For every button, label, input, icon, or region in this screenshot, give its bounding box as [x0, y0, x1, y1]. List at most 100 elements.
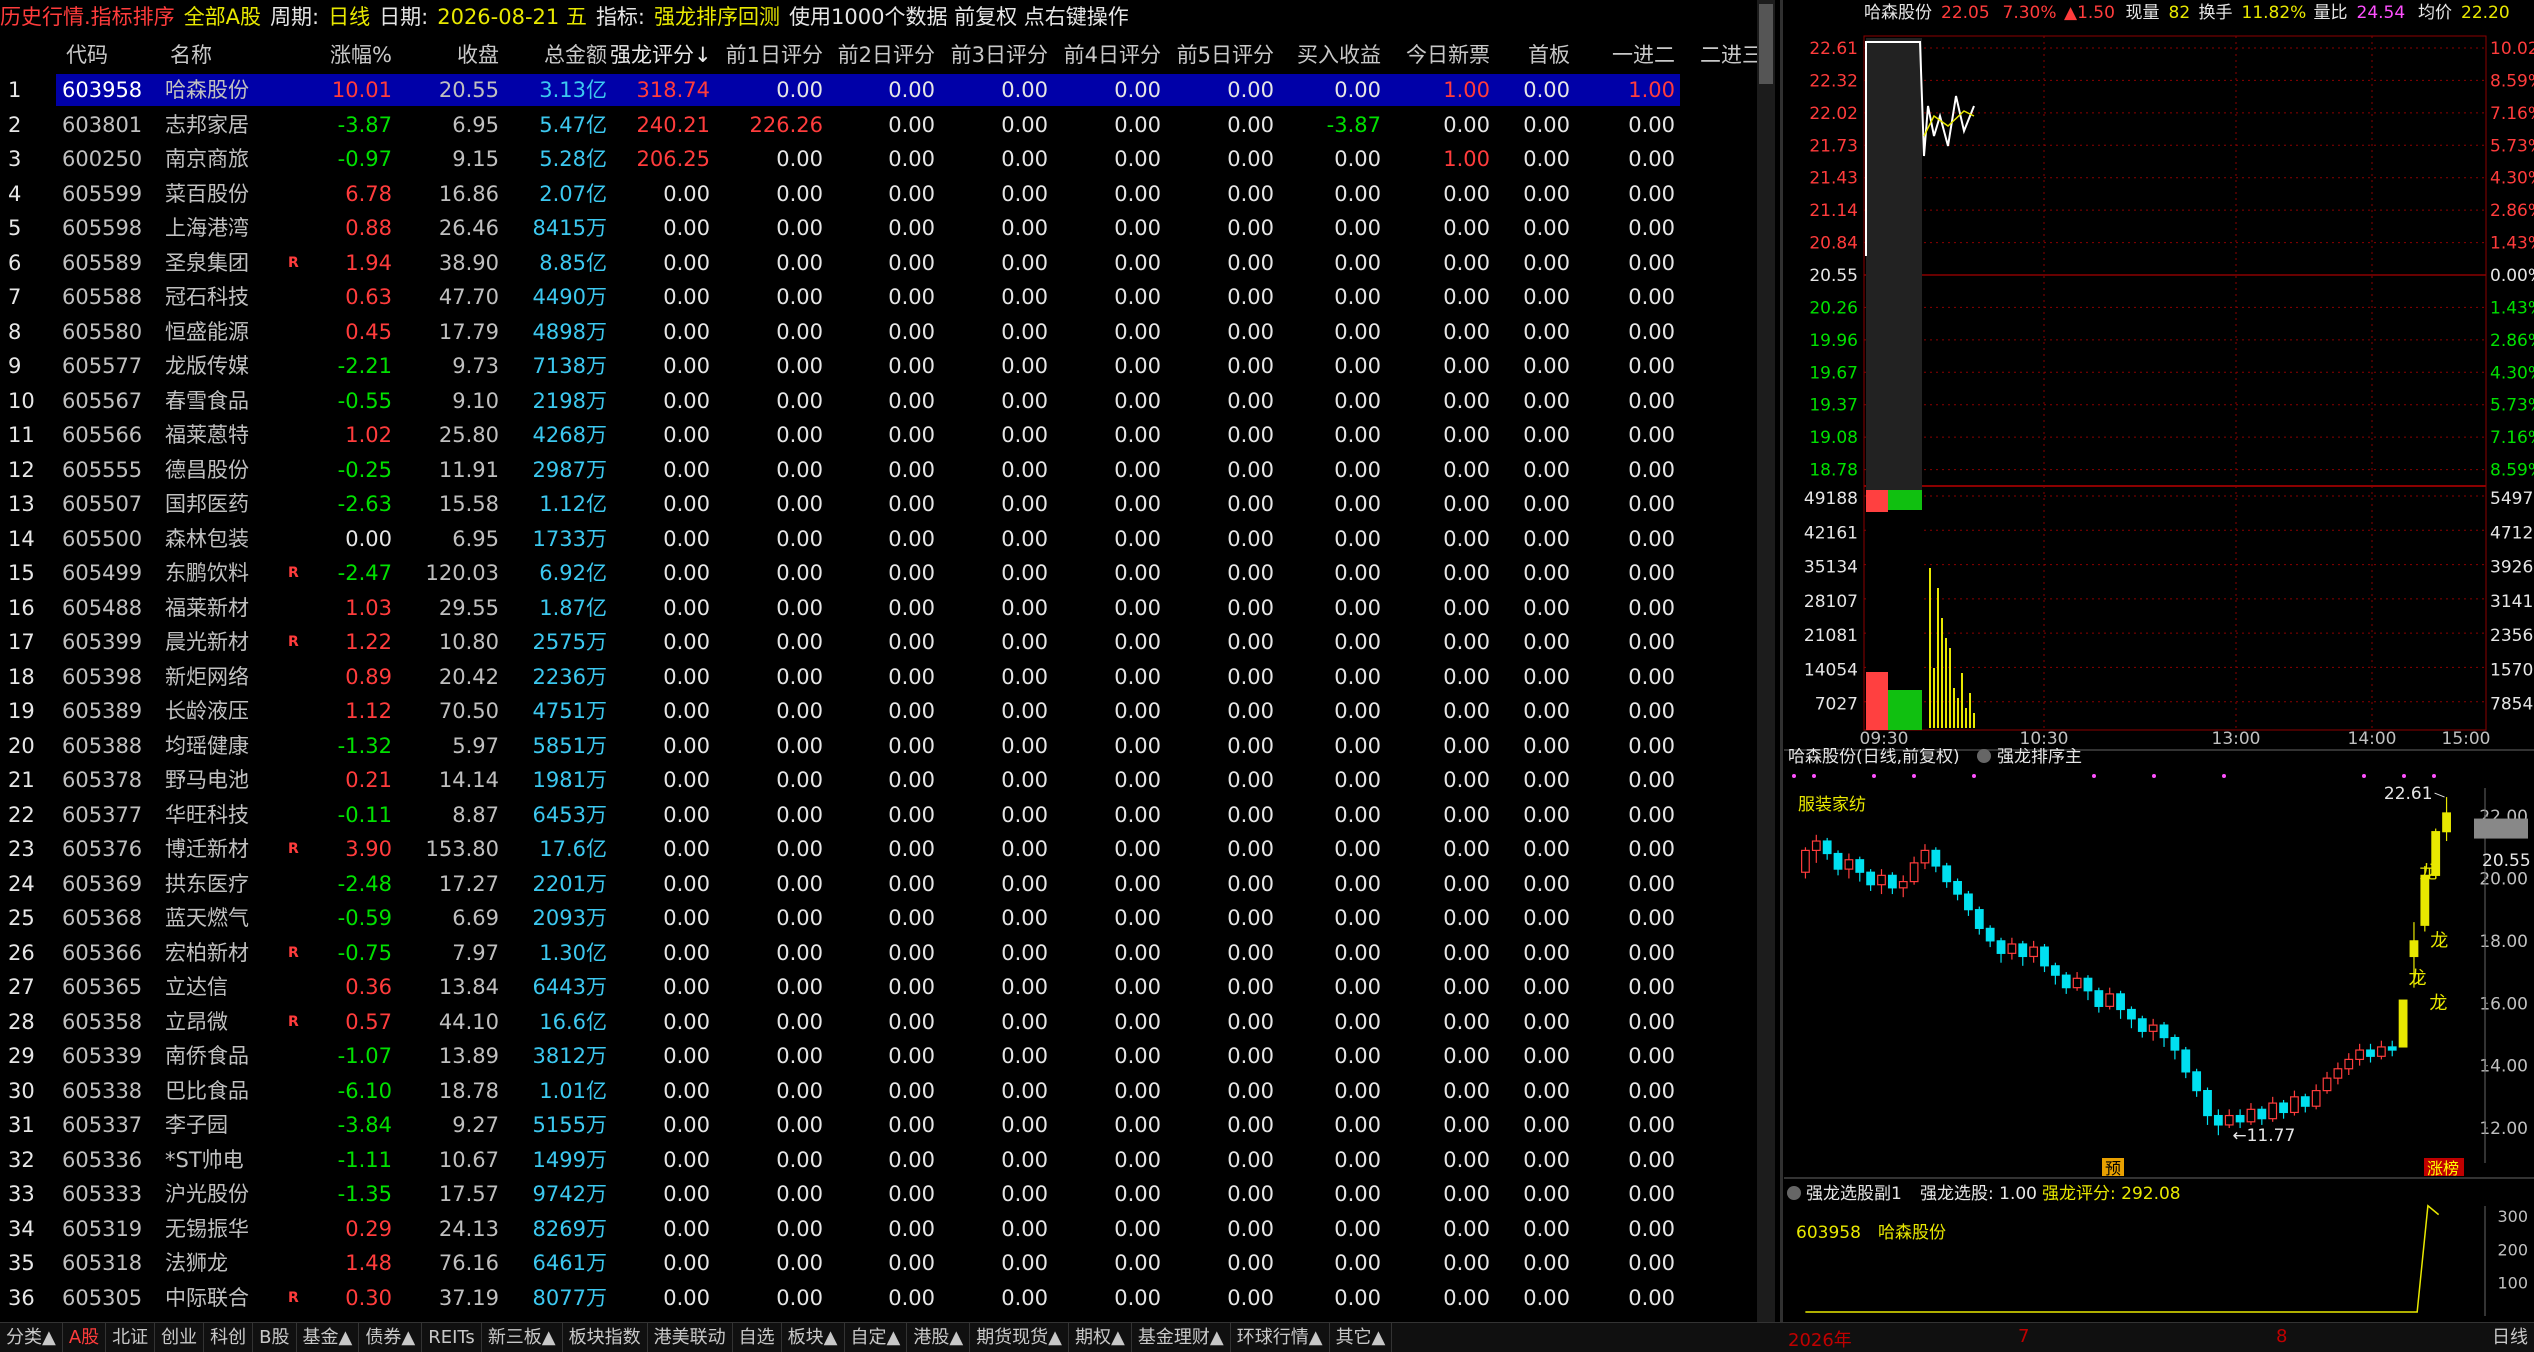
market-tab[interactable]: REITs [422, 1323, 482, 1352]
column-header[interactable]: 强龙评分↓ [610, 39, 712, 69]
market-tab-bar[interactable]: 分类▲ A股 北证 创业 科创 B股 基金▲ 债券▲ REITs 新三板▲ 板块指数 港美联动 自选 板块… [0, 1322, 2534, 1352]
market-tab[interactable]: 分类▲ [0, 1323, 63, 1352]
market-tab[interactable]: 自选 [733, 1323, 782, 1352]
market-tab[interactable]: 其它▲ [1330, 1323, 1393, 1352]
table-row[interactable]: 14 605500 森林包装 0.00 6.95 1733万 0.00 0.00 0.00 0.0… [0, 522, 1755, 557]
table-row[interactable]: 30 605338 巴比食品 -6.10 18.78 1.01亿 0.00 0.00 0.00 0… [0, 1074, 1755, 1109]
table-row[interactable]: 35 605318 法狮龙 1.48 76.16 6461万 0.00 0.00 0.00 0.0… [0, 1246, 1755, 1281]
score-cell: 0.00 [888, 526, 935, 551]
market-tab[interactable]: 基金▲ [297, 1323, 360, 1352]
sector-label: 服装家纺 [1798, 795, 1866, 815]
first-to-second: 0.00 [1628, 733, 1675, 758]
table-row[interactable]: 26 605366 宏柏新材 R -0.75 7.97 1.30亿 0.00 0.00 0.00 0… [0, 936, 1755, 971]
table-row[interactable]: 32 605336 *ST帅电 -1.11 10.67 1499万 0.00 0.00 0.00… [0, 1143, 1755, 1178]
table-row[interactable]: 18 605398 新炬网络 0.89 20.42 2236万 0.00 0.00 0.00 0.… [0, 660, 1755, 695]
table-row[interactable]: 11 605566 福莱蒽特 1.02 25.80 4268万 0.00 0.00 0.00 0.… [0, 418, 1755, 453]
market-tab[interactable]: 期货现货▲ [970, 1323, 1070, 1352]
column-header[interactable]: 首板 [1490, 39, 1570, 69]
score-cell: 0.00 [1114, 1147, 1161, 1172]
table-row[interactable]: 7 605588 冠石科技 0.63 47.70 4490万 0.00 0.00 0.00 0.0… [0, 280, 1755, 315]
table-row[interactable]: 6 605589 圣泉集团 R 1.94 38.90 8.85亿 0.00 0.00 0.00 0.… [0, 246, 1755, 281]
column-header[interactable]: 前2日评分 [822, 39, 935, 69]
table-row[interactable]: 13 605507 国邦医药 -2.63 15.58 1.12亿 0.00 0.00 0.00 0… [0, 487, 1755, 522]
dropdown-icon[interactable] [1977, 749, 1991, 763]
table-row[interactable]: 16 605488 福莱新材 1.03 29.55 1.87亿 0.00 0.00 0.00 0.… [0, 591, 1755, 626]
market-tab[interactable]: 债券▲ [359, 1323, 423, 1352]
table-row[interactable]: 33 605333 沪光股份 -1.35 17.57 9742万 0.00 0.00 0.00 0… [0, 1177, 1755, 1212]
column-header[interactable]: 收盘 [397, 39, 499, 69]
indicator-subchart[interactable]: 强龙选股副1 强龙选股: 1.00 强龙评分: 292.08 603958 哈森股份 30… [1784, 1176, 2534, 1322]
column-header[interactable]: 前4日评分 [1048, 39, 1161, 69]
time-tick: 10:30 [2020, 729, 2069, 748]
column-header[interactable]: 买入收益 [1276, 39, 1381, 69]
column-header[interactable]: 一进二 [1575, 39, 1675, 69]
dropdown-icon[interactable] [1787, 1186, 1801, 1200]
column-header[interactable]: 前5日评分 [1161, 39, 1274, 69]
column-header[interactable]: 名称 [170, 39, 270, 69]
table-row[interactable]: 19 605389 长龄液压 1.12 70.50 4751万 0.00 0.00 0.00 0.… [0, 694, 1755, 729]
candle-body [2170, 1036, 2180, 1051]
table-row[interactable]: 34 605319 无锡振华 0.29 24.13 8269万 0.00 0.00 0.00 0.… [0, 1212, 1755, 1247]
score-cell: 0.00 [1227, 216, 1274, 240]
table-row[interactable]: 9 605577 龙版传媒 -2.21 9.73 7138万 0.00 0.00 0.00 0.0… [0, 349, 1755, 384]
market-tab[interactable]: 日线 [2486, 1323, 2534, 1352]
table-row[interactable]: 4 605599 菜百股份 6.78 16.86 2.07亿 0.00 0.00 0.00 0.0… [0, 177, 1755, 212]
buy-return: 0.00 [1334, 423, 1381, 447]
table-vertical-scrollbar[interactable] [1757, 0, 1775, 1322]
title-segment[interactable]: 历史行情.指标排序 [0, 1, 175, 31]
table-row[interactable]: 28 605358 立昂微 R 0.57 44.10 16.6亿 0.00 0.00 0.00 0.… [0, 1005, 1755, 1040]
market-tab[interactable]: 板块▲ [782, 1323, 845, 1352]
kline-chart[interactable]: 哈森股份(日线,前复权) 强龙排序主22.0020.0018.0016.0014.… [1784, 748, 2534, 1176]
column-header[interactable]: 今日新票 [1385, 39, 1490, 69]
price-tick: 19.37 [1809, 396, 1858, 416]
table-row[interactable]: 31 605337 李子园 -3.84 9.27 5155万 0.00 0.00 0.00 0.0… [0, 1108, 1755, 1143]
first-to-second: 0.00 [1628, 975, 1675, 999]
new-today: 0.00 [1443, 871, 1490, 896]
market-tab[interactable]: 期权▲ [1069, 1323, 1132, 1352]
table-row[interactable]: 17 605399 晨光新材 R 1.22 10.80 2575万 0.00 0.00 0.00 0… [0, 625, 1755, 660]
table-row[interactable]: 10 605567 春雪食品 -0.55 9.10 2198万 0.00 0.00 0.00 0.… [0, 384, 1755, 419]
volume-tick: 7854 [2490, 695, 2533, 715]
market-tab[interactable]: 港美联动 [648, 1323, 733, 1352]
table-row[interactable]: 20 605388 均瑶健康 -1.32 5.97 5851万 0.00 0.00 0.00 0.… [0, 729, 1755, 764]
panel-divider[interactable] [1780, 0, 1783, 1351]
column-header[interactable]: 总金额 [500, 39, 607, 69]
table-row[interactable]: 12 605555 德昌股份 -0.25 11.91 2987万 0.00 0.00 0.00 0… [0, 453, 1755, 488]
column-header[interactable]: 前3日评分 [935, 39, 1048, 69]
market-tab[interactable]: 北证 [106, 1323, 156, 1352]
score-cell: 0.00 [888, 423, 935, 447]
market-tab[interactable]: 环球行情▲ [1231, 1323, 1330, 1352]
score-cell: 0.00 [1114, 457, 1161, 482]
change-pct: 3.90 [345, 837, 392, 861]
table-row[interactable]: 27 605365 立达信 0.36 13.84 6443万 0.00 0.00 0.00 0.0… [0, 970, 1755, 1005]
market-tab[interactable]: 板块指数 [563, 1323, 648, 1352]
table-row[interactable]: 29 605339 南侨食品 -1.07 13.89 3812万 0.00 0.00 0.00 0… [0, 1039, 1755, 1074]
close-price: 9.15 [452, 147, 499, 171]
intraday-chart[interactable]: 哈森股份 22.05 7.30% ▲1.50 现量 82 换手 11.82% 量比 24.54 均价… [1784, 0, 2534, 748]
market-tab[interactable]: 自定▲ [845, 1323, 908, 1352]
table-row[interactable]: 23 605376 博迁新材 R 3.90 153.80 17.6亿 0.00 0.00 0.00… [0, 832, 1755, 867]
table-row[interactable]: 8 605580 恒盛能源 0.45 17.79 4898万 0.00 0.00 0.00 0.0… [0, 315, 1755, 350]
table-row[interactable]: 22 605377 华旺科技 -0.11 8.87 6453万 0.00 0.00 0.00 0.… [0, 798, 1755, 833]
table-row[interactable]: 5 605598 上海港湾 0.88 26.46 8415万 0.00 0.00 0.00 0.0… [0, 211, 1755, 246]
market-tab[interactable]: 创业 [155, 1323, 205, 1352]
market-tab[interactable]: 新三板▲ [482, 1323, 563, 1352]
table-row[interactable]: 36 605305 中际联合 R 0.30 37.19 8077万 0.00 0.00 0.00 0… [0, 1281, 1755, 1316]
column-header[interactable]: 前1日评分 [710, 39, 823, 69]
table-row[interactable]: 25 605368 蓝天燃气 -0.59 6.69 2093万 0.00 0.00 0.00 0.… [0, 901, 1755, 936]
column-header[interactable]: 代码 [66, 39, 154, 69]
table-row[interactable]: 3 600250 南京商旅 -0.97 9.15 5.28亿 206.25 0.00 0.00 0… [0, 142, 1755, 177]
market-tab[interactable]: 科创 [204, 1323, 254, 1352]
column-header[interactable]: 涨幅% [300, 39, 392, 69]
table-row[interactable]: 21 605378 野马电池 0.21 14.14 1981万 0.00 0.00 0.00 0.… [0, 763, 1755, 798]
table-row[interactable]: 1 603958 哈森股份 10.01 20.55 3.13亿 318.74 0.00 0.00… [0, 73, 1755, 108]
table-row[interactable]: 15 605499 东鹏饮料 R -2.47 120.03 6.92亿 0.00 0.00 0.0… [0, 556, 1755, 591]
scrollbar-thumb[interactable] [1759, 4, 1773, 84]
market-tab[interactable]: 基金理财▲ [1132, 1323, 1231, 1352]
market-tab[interactable]: A股 [63, 1323, 107, 1352]
pct-tick: 4.30% [2490, 363, 2534, 383]
table-row[interactable]: 24 605369 拱东医疗 -2.48 17.27 2201万 0.00 0.00 0.00 0… [0, 867, 1755, 902]
market-tab[interactable]: B股 [253, 1323, 297, 1352]
table-row[interactable]: 2 603801 志邦家居 -3.87 6.95 5.47亿 240.21 226.26 0.0… [0, 108, 1755, 143]
market-tab[interactable]: 港股▲ [907, 1323, 971, 1352]
